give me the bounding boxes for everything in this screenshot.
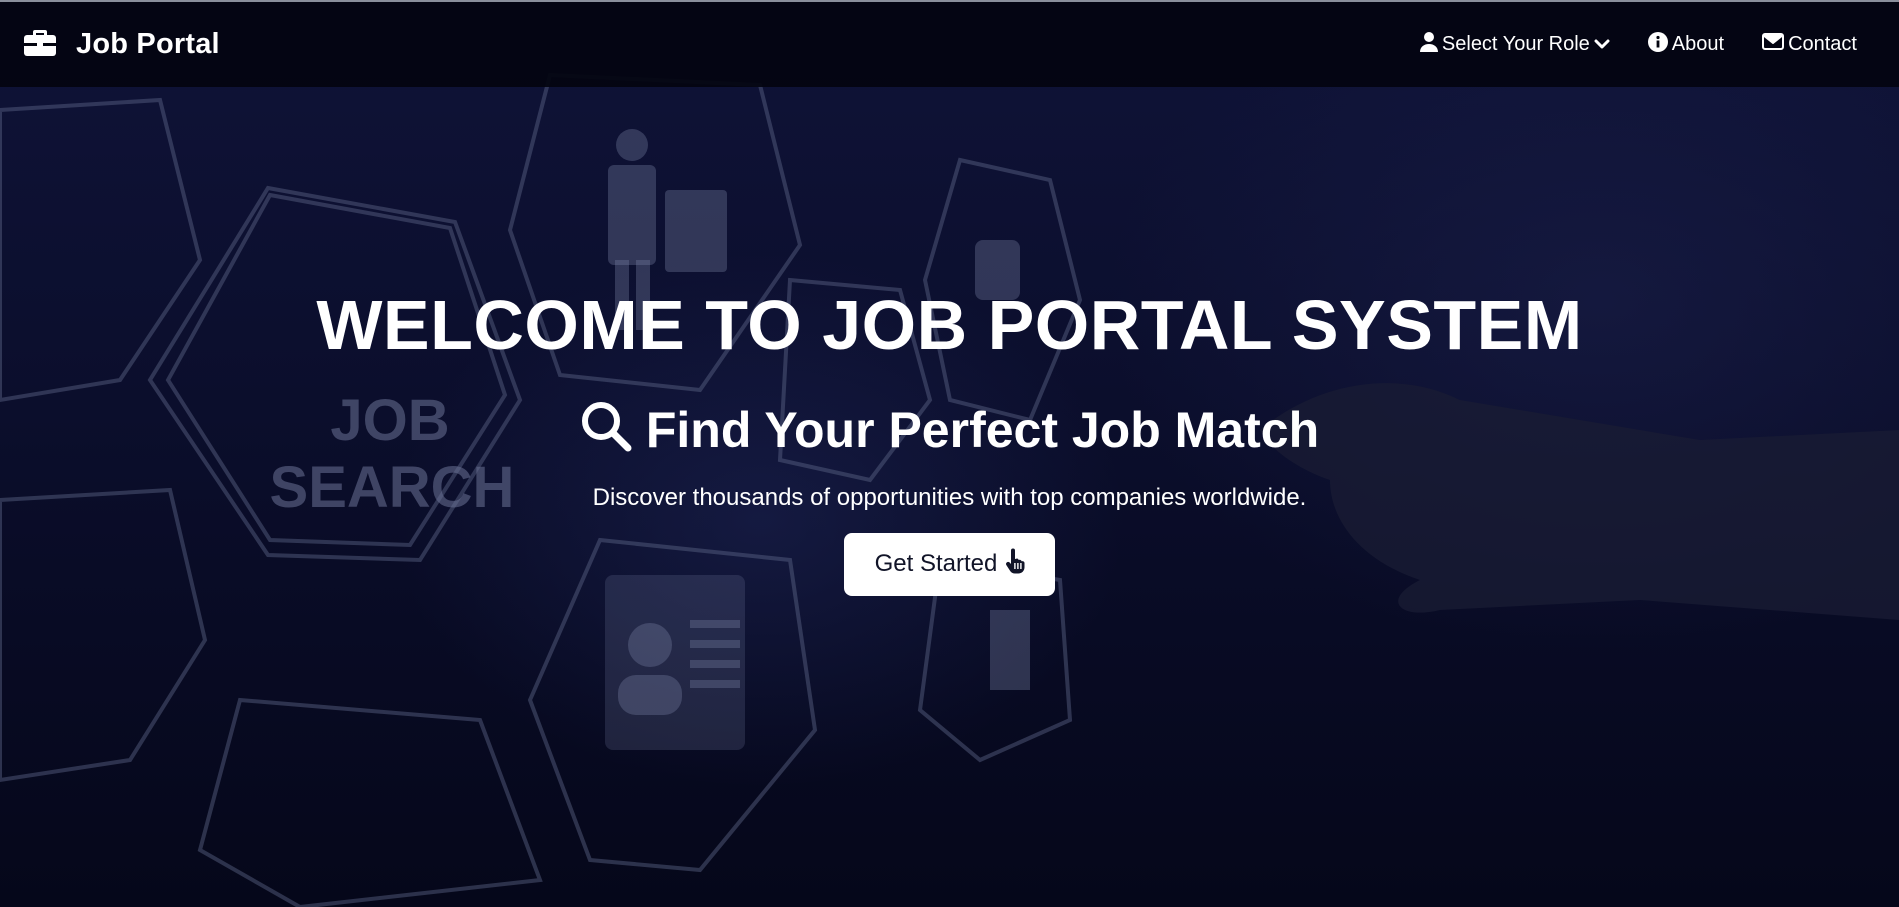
get-started-button[interactable]: Get Started (843, 532, 1056, 596)
brand-link[interactable]: Job Portal (24, 28, 220, 61)
nav-contact-label: Contact (1788, 33, 1857, 55)
nav-links: Select Your Role About Contact (1419, 31, 1875, 58)
hero-subtitle: Find Your Perfect Job Match (580, 400, 1319, 460)
briefcase-icon (24, 28, 56, 61)
info-circle-icon (1647, 31, 1668, 58)
brand-label: Job Portal (76, 28, 220, 60)
chevron-down-icon (1594, 33, 1610, 56)
page: JOB SEARCH Job Portal Select Your Role A… (0, 0, 1899, 907)
nav-contact-link[interactable]: Contact (1762, 33, 1857, 56)
nav-select-role-dropdown[interactable]: Select Your Role (1419, 31, 1610, 58)
nav-about-link[interactable]: About (1647, 31, 1725, 58)
user-icon (1419, 31, 1438, 58)
top-navbar: Job Portal Select Your Role About Contac… (0, 2, 1899, 87)
hand-pointer-icon (1003, 548, 1027, 581)
envelope-icon (1762, 33, 1785, 56)
nav-about-label: About (1671, 33, 1725, 55)
hero-description: Discover thousands of opportunities with… (592, 484, 1307, 511)
get-started-label: Get Started (874, 550, 998, 578)
hero-subtitle-text: Find Your Perfect Job Match (645, 402, 1320, 458)
hero-title: WELCOME TO JOB PORTAL SYSTEM (316, 286, 1583, 364)
hero-section: WELCOME TO JOB PORTAL SYSTEM Find Your P… (0, 290, 1899, 596)
magnifier-icon (580, 400, 632, 460)
nav-select-role-label: Select Your Role (1441, 33, 1590, 55)
